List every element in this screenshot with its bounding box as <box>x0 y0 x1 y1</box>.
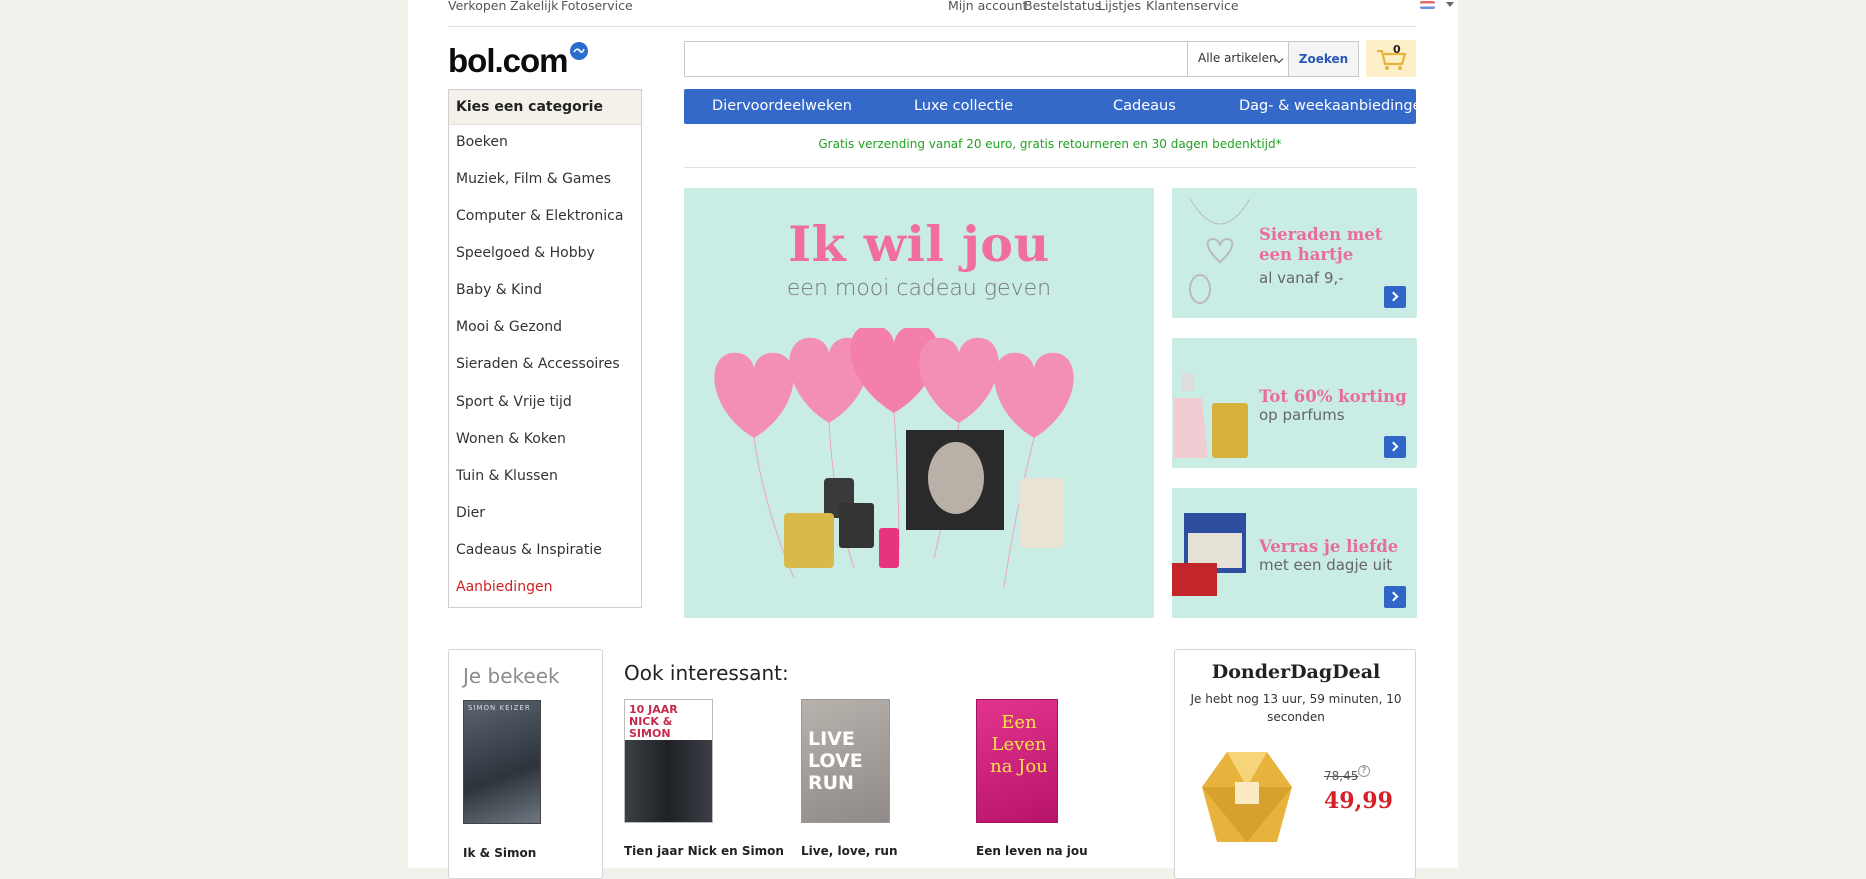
chevron-right-icon[interactable] <box>1384 586 1406 608</box>
link-fotoservice[interactable]: Fotoservice <box>561 0 633 12</box>
search-button[interactable]: Zoeken <box>1289 41 1359 77</box>
category-item[interactable]: Mooi & Gezond <box>456 319 562 335</box>
link-mijn-account[interactable]: Mijn account <box>948 0 1027 12</box>
deal-old-price: 78,45 <box>1324 769 1359 783</box>
logo[interactable]: bol.com <box>448 44 569 78</box>
nav-diervoordeelweken[interactable]: Diervoordeelweken <box>712 98 852 114</box>
promo-dagje-uit[interactable]: Verras je liefde met een dagje uit <box>1172 488 1417 618</box>
deal-new-price: 49,99 <box>1324 788 1393 814</box>
book-cover[interactable]: LIVE LOVE RUN <box>801 699 890 823</box>
promo-subtitle: op parfums <box>1259 406 1345 424</box>
book-cover-text: SIMON KEIZER <box>468 704 531 712</box>
deal-title: DonderDagDeal <box>1211 661 1381 683</box>
shopping-cart-icon <box>1377 49 1407 70</box>
promo-title: Verras je liefde <box>1259 537 1399 556</box>
category-item[interactable]: Speelgoed & Hobby <box>456 245 595 261</box>
gift-box-image <box>1172 513 1246 596</box>
hero-subtitle: een mooi cadeau geven <box>786 276 1052 301</box>
main-nav: Diervoordeelweken Luxe collectie Cadeaus… <box>684 89 1431 124</box>
book-cover-text: LIVE LOVE RUN <box>808 728 863 794</box>
search-input[interactable] <box>684 41 1187 77</box>
search-category-label: Alle artikelen <box>1198 51 1277 65</box>
shipping-note: Gratis verzending vanaf 20 euro, gratis … <box>818 137 1282 151</box>
category-item[interactable]: Muziek, Film & Games <box>456 171 611 187</box>
category-menu: Kies een categorie Boeken Muziek, Film &… <box>448 89 642 608</box>
chevron-right-icon[interactable] <box>1384 286 1406 308</box>
link-klantenservice[interactable]: Klantenservice <box>1146 0 1239 12</box>
perfume-bottles-image <box>1174 373 1248 458</box>
nav-luxe-collectie[interactable]: Luxe collectie <box>914 98 1013 114</box>
cart-button[interactable]: 0 <box>1366 40 1416 77</box>
netherlands-flag-icon[interactable] <box>1420 1 1435 9</box>
category-item[interactable]: Computer & Elektronica <box>456 208 623 224</box>
book-cover-text: 10 JAAR NICK & SIMON <box>629 703 678 740</box>
promo-subtitle: met een dagje uit <box>1259 556 1393 574</box>
promo-title: Sieraden met <box>1259 225 1383 244</box>
product-name[interactable]: Een leven na jou <box>976 844 1088 858</box>
logo-badge-icon <box>570 42 588 60</box>
link-zakelijk[interactable]: Zakelijk <box>510 0 558 12</box>
top-bar: Verkopen Zakelijk Fotoservice Mijn accou… <box>448 0 1454 27</box>
product-name[interactable]: Tien jaar Nick en Simon <box>624 844 784 858</box>
chevron-down-icon[interactable] <box>1446 2 1454 7</box>
divider <box>684 167 1416 168</box>
cart-count: 0 <box>1393 43 1401 56</box>
search-category-select[interactable]: Alle artikelen <box>1187 41 1289 77</box>
book-cover[interactable]: Een Leven na Jou <box>976 699 1058 823</box>
nav-dag-weekaanbiedingen[interactable]: Dag- & weekaanbiedingen <box>1239 98 1431 114</box>
promo-subtitle: al vanaf 9,- <box>1259 269 1344 287</box>
deal-timer: Je hebt nog 13 uur, 59 minuten, 10 secon… <box>1190 692 1402 724</box>
category-item[interactable]: Boeken <box>456 134 508 150</box>
page: Verkopen Zakelijk Fotoservice Mijn accou… <box>408 0 1458 879</box>
heart-balloons-image <box>714 328 1074 589</box>
link-lijstjes[interactable]: Lijstjes <box>1098 0 1141 12</box>
perfume-product-image[interactable] <box>1197 742 1297 852</box>
promo-title: Tot 60% korting <box>1259 387 1407 406</box>
category-item[interactable]: Sport & Vrije tijd <box>456 394 572 410</box>
book-cover[interactable]: 10 JAAR NICK & SIMON <box>624 699 713 823</box>
nav-cadeaus[interactable]: Cadeaus <box>1113 98 1176 114</box>
category-menu-title: Kies een categorie <box>449 90 641 125</box>
category-item[interactable]: Wonen & Koken <box>456 431 566 447</box>
category-item[interactable]: Tuin & Klussen <box>456 468 558 484</box>
book-cover[interactable]: SIMON KEIZER <box>463 700 541 824</box>
link-bestelstatus[interactable]: Bestelstatus <box>1024 0 1101 12</box>
category-item[interactable]: Cadeaus & Inspiratie <box>456 542 602 558</box>
product-name[interactable]: Live, love, run <box>801 844 898 858</box>
daily-deal: DonderDagDeal Je hebt nog 13 uur, 59 min… <box>1174 649 1416 879</box>
category-item-aanbiedingen[interactable]: Aanbiedingen <box>456 579 552 595</box>
category-item[interactable]: Sieraden & Accessoires <box>456 356 620 372</box>
recommendations-title: Ook interessant: <box>624 661 789 685</box>
category-item[interactable]: Dier <box>456 505 485 521</box>
question-icon[interactable]: ? <box>1358 765 1370 777</box>
necklace-image <box>1189 198 1250 304</box>
chevron-right-icon[interactable] <box>1384 436 1406 458</box>
promo-title-line2: een hartje <box>1259 245 1354 264</box>
hero-banner[interactable]: Ik wil jou een mooi cadeau geven <box>684 188 1154 618</box>
recently-viewed-title: Je bekeek <box>463 664 560 688</box>
link-verkopen[interactable]: Verkopen <box>448 0 506 12</box>
promo-parfums[interactable]: Tot 60% korting op parfums <box>1172 338 1417 468</box>
promo-sieraden[interactable]: Sieraden met een hartje al vanaf 9,- <box>1172 188 1417 318</box>
product-name[interactable]: Ik & Simon <box>463 846 536 860</box>
hero-title: Ik wil jou <box>788 215 1050 273</box>
recently-viewed: Je bekeek SIMON KEIZER Ik & Simon <box>448 649 603 879</box>
category-item[interactable]: Baby & Kind <box>456 282 542 298</box>
book-cover-text: Een Leven na Jou <box>990 712 1048 777</box>
